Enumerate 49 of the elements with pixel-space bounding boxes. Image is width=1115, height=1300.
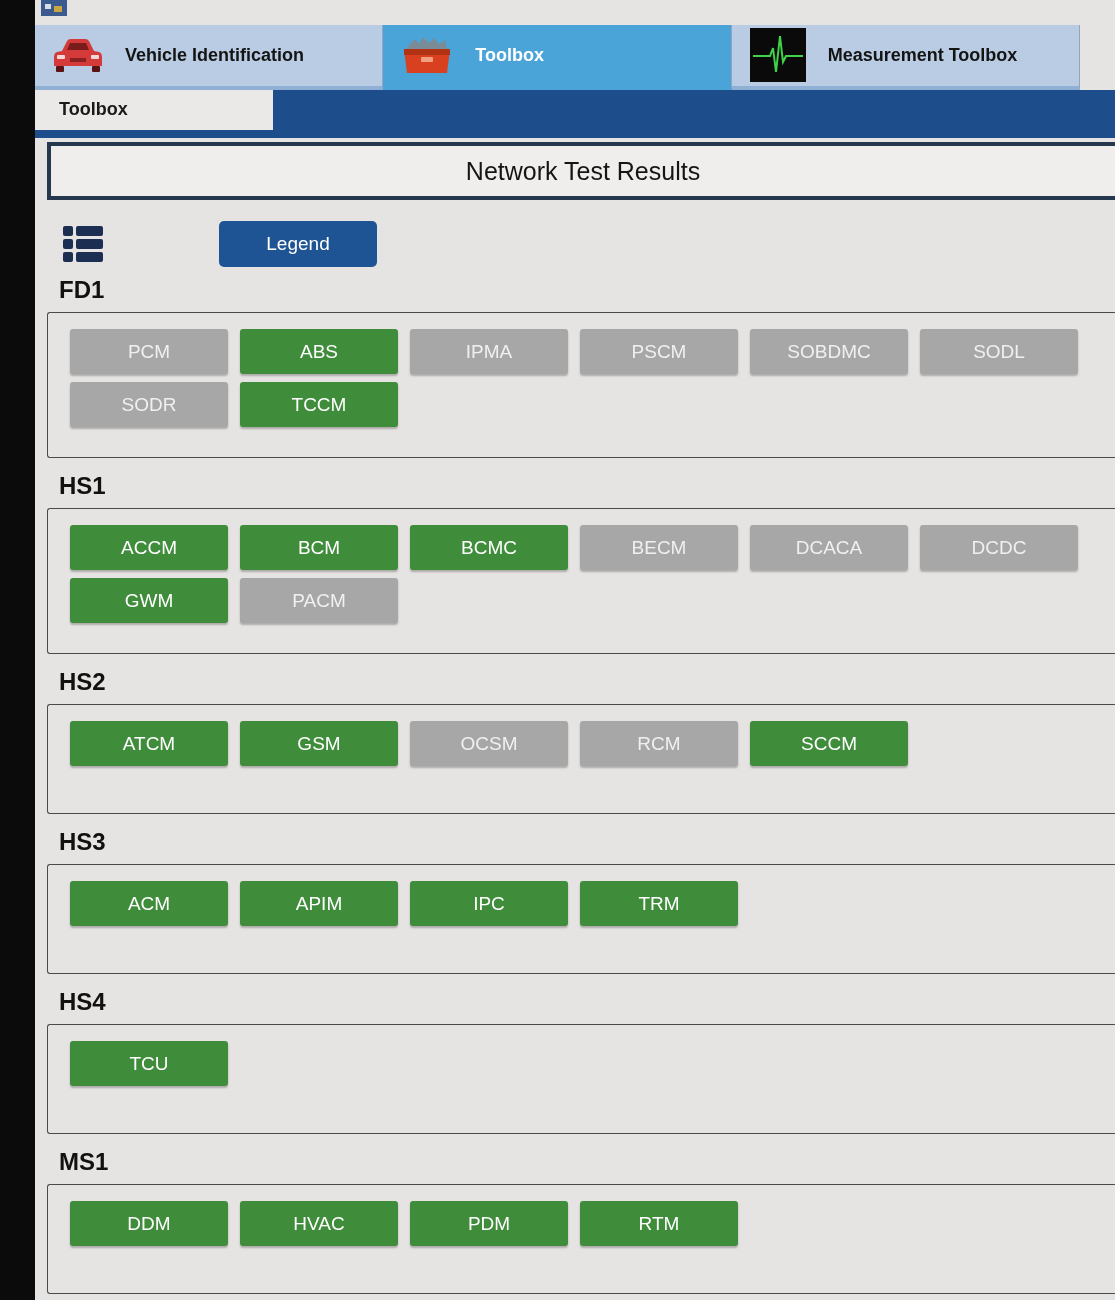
list-icon[interactable]: [63, 226, 103, 262]
waveform-icon: [749, 28, 806, 83]
module-button[interactable]: OCSM: [410, 721, 568, 766]
module-button[interactable]: SODL: [920, 329, 1078, 374]
module-button[interactable]: SCCM: [750, 721, 908, 766]
module-button[interactable]: TRM: [580, 881, 738, 926]
module-button[interactable]: PACM: [240, 578, 398, 623]
module-button[interactable]: DDM: [70, 1201, 228, 1246]
module-button[interactable]: GSM: [240, 721, 398, 766]
module-button[interactable]: BCMC: [410, 525, 568, 570]
module-button[interactable]: RTM: [580, 1201, 738, 1246]
network-label: HS4: [58, 987, 107, 1017]
module-button[interactable]: GWM: [70, 578, 228, 623]
tab-label: Measurement Toolbox: [827, 44, 1018, 66]
tab-label: Vehicle Identification: [125, 44, 305, 66]
app-icon[interactable]: [41, 0, 67, 16]
nav-tab[interactable]: Measurement Toolbox: [731, 25, 1080, 90]
module-button[interactable]: IPC: [410, 881, 568, 926]
module-button[interactable]: ABS: [240, 329, 398, 374]
module-button[interactable]: APIM: [240, 881, 398, 926]
network-label: HS3: [58, 827, 107, 857]
module-button[interactable]: DCACA: [750, 525, 908, 570]
module-button[interactable]: PDM: [410, 1201, 568, 1246]
module-button[interactable]: BCM: [240, 525, 398, 570]
network-label: HS1: [58, 471, 107, 501]
sub-tab[interactable]: Toolbox: [35, 89, 273, 130]
module-button[interactable]: ATCM: [70, 721, 228, 766]
module-button[interactable]: HVAC: [240, 1201, 398, 1246]
network-label: HS2: [58, 667, 107, 697]
legend-button[interactable]: Legend: [219, 221, 377, 267]
module-button[interactable]: PCM: [70, 329, 228, 374]
tab-label: Toolbox: [475, 44, 544, 66]
panel-title: Network Test Results: [47, 142, 1115, 200]
module-button[interactable]: IPMA: [410, 329, 568, 374]
nav-tab[interactable]: Toolbox: [383, 25, 732, 90]
module-button[interactable]: PSCM: [580, 329, 738, 374]
module-button[interactable]: DCDC: [920, 525, 1078, 570]
module-button[interactable]: RCM: [580, 721, 738, 766]
module-button[interactable]: ACM: [70, 881, 228, 926]
module-button[interactable]: TCCM: [240, 382, 398, 427]
network-label: FD1: [58, 275, 106, 305]
module-button[interactable]: SODR: [70, 382, 228, 427]
module-button[interactable]: SOBDMC: [750, 329, 908, 374]
module-button[interactable]: BECM: [580, 525, 738, 570]
car-icon: [53, 37, 103, 74]
module-button[interactable]: TCU: [70, 1041, 228, 1086]
nav-tab[interactable]: Vehicle Identification: [35, 25, 384, 90]
module-button[interactable]: ACCM: [70, 525, 228, 570]
network-label: MS1: [58, 1147, 110, 1177]
